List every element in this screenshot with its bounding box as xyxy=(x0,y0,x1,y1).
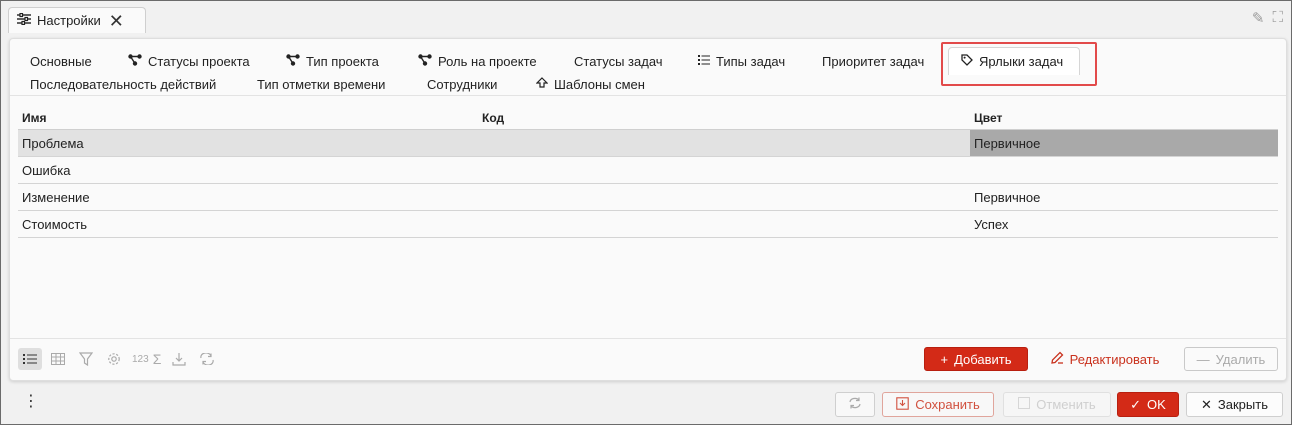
gear-icon[interactable] xyxy=(102,348,126,370)
tab-label: Приоритет задач xyxy=(822,53,925,69)
settings-panel: Основные Статусы проекта Тип проекта Рол… xyxy=(9,38,1287,381)
cancel-button-label: Отменить xyxy=(1036,397,1096,412)
close-button[interactable]: ✕ Закрыть xyxy=(1186,392,1283,417)
labels-table: Имя Код Цвет Проблема Первичное Ошибка И… xyxy=(18,107,1278,238)
cell-code xyxy=(478,130,970,156)
list-icon xyxy=(698,54,710,68)
cell-code xyxy=(478,184,970,210)
ok-button-label: OK xyxy=(1147,397,1166,412)
ok-button[interactable]: ✓ OK xyxy=(1117,392,1179,417)
tab-project-statuses[interactable]: Статусы проекта xyxy=(128,50,250,72)
tab-label: Ярлыки задач xyxy=(979,54,1064,69)
close-x-icon: ✕ xyxy=(1201,396,1212,412)
tab-task-labels[interactable]: Ярлыки задач xyxy=(948,47,1081,75)
filter-icon[interactable] xyxy=(74,348,98,370)
tab-label: Последовательность действий xyxy=(30,76,217,92)
cell-name: Проблема xyxy=(22,135,84,151)
cell-code xyxy=(478,157,970,183)
cell-color: Первичное xyxy=(974,189,1041,205)
tab-label: Тип проекта xyxy=(306,53,379,69)
tab-action-sequence[interactable]: Последовательность действий xyxy=(30,73,216,95)
tab-label: Основные xyxy=(30,53,92,69)
tab-label: Статусы проекта xyxy=(148,53,250,69)
cell-name: Изменение xyxy=(22,189,90,205)
edit-button-label: Редактировать xyxy=(1069,351,1160,367)
column-header-color[interactable]: Цвет xyxy=(970,107,1278,129)
tab-time-mark-type[interactable]: Тип отметки времени xyxy=(257,73,385,95)
cell-color: Успех xyxy=(974,216,1009,232)
window-tab[interactable]: Настройки ✕ xyxy=(8,7,146,33)
tag-icon xyxy=(961,54,973,69)
tab-task-types[interactable]: Типы задач xyxy=(698,50,785,72)
plus-icon: + xyxy=(940,351,949,367)
tab-label: Тип отметки времени xyxy=(257,76,386,92)
tab-employees[interactable]: Сотрудники xyxy=(427,73,497,95)
toolbar-divider xyxy=(10,338,1286,339)
add-button-label: Добавить xyxy=(954,351,1012,367)
minus-icon: — xyxy=(1196,351,1210,367)
sum-icon-label: 123 xyxy=(132,353,149,365)
table-row[interactable]: Изменение Первичное xyxy=(18,184,1278,211)
cell-name: Стоимость xyxy=(22,216,88,232)
diamond-icon xyxy=(535,76,549,92)
table-toolbar: 123 Σ xyxy=(18,348,219,370)
tab-label: Статусы задач xyxy=(574,53,663,69)
pencil-icon[interactable]: ✎ xyxy=(1252,9,1265,27)
cell-color: Первичное xyxy=(970,130,1278,156)
close-icon[interactable]: ✕ xyxy=(109,12,124,30)
save-button[interactable]: Сохранить xyxy=(882,392,994,417)
more-vertical-icon[interactable]: ⋮ xyxy=(23,394,39,410)
reload-icon xyxy=(848,397,862,412)
tabs-divider xyxy=(10,95,1286,96)
window-tab-title: Настройки xyxy=(37,13,101,28)
column-header-name[interactable]: Имя xyxy=(18,107,478,129)
network-icon xyxy=(286,53,300,69)
sliders-icon xyxy=(17,12,31,28)
tab-task-priority[interactable]: Приоритет задач xyxy=(822,50,924,72)
close-button-label: Закрыть xyxy=(1217,397,1268,412)
tab-label: Сотрудники xyxy=(427,76,498,92)
tab-project-type[interactable]: Тип проекта xyxy=(286,50,379,72)
reload-button[interactable] xyxy=(835,392,875,417)
tab-project-role[interactable]: Роль на проекте xyxy=(418,50,537,72)
grid-view-icon[interactable] xyxy=(46,348,70,370)
table-row[interactable]: Проблема Первичное xyxy=(18,130,1278,157)
network-icon xyxy=(128,53,142,69)
save-icon xyxy=(896,396,909,413)
cell-color xyxy=(970,157,1278,183)
tab-label: Шаблоны смен xyxy=(554,76,645,92)
cancel-button[interactable]: Отменить xyxy=(1003,392,1111,417)
list-view-icon[interactable] xyxy=(18,348,42,370)
cell-name: Ошибка xyxy=(22,162,71,178)
sum-icon[interactable]: 123 Σ xyxy=(130,348,163,370)
edit-button[interactable]: Редактировать xyxy=(1040,347,1170,371)
refresh-icon[interactable] xyxy=(195,348,219,370)
table-row[interactable]: Стоимость Успех xyxy=(18,211,1278,238)
cell-code xyxy=(478,211,970,237)
tab-task-statuses[interactable]: Статусы задач xyxy=(574,50,663,72)
save-button-label: Сохранить xyxy=(915,397,980,412)
cancel-icon xyxy=(1018,397,1031,412)
settings-window: Настройки ✕ ✎ ⛶ Основные Статусы проекта… xyxy=(0,0,1292,425)
check-icon: ✓ xyxy=(1130,396,1142,412)
network-icon xyxy=(418,53,432,69)
tab-label: Типы задач xyxy=(716,53,786,69)
tab-label: Роль на проекте xyxy=(438,53,537,69)
edit-icon xyxy=(1050,351,1064,367)
table-header: Имя Код Цвет xyxy=(18,107,1278,130)
tab-shift-templates[interactable]: Шаблоны смен xyxy=(535,73,645,95)
add-button[interactable]: + Добавить xyxy=(924,347,1028,371)
table-row[interactable]: Ошибка xyxy=(18,157,1278,184)
tab-main[interactable]: Основные xyxy=(30,50,92,72)
column-header-code[interactable]: Код xyxy=(478,107,970,129)
delete-button[interactable]: — Удалить xyxy=(1184,347,1278,371)
fullscreen-icon[interactable]: ⛶ xyxy=(1272,9,1283,27)
delete-button-label: Удалить xyxy=(1215,351,1266,367)
download-icon[interactable] xyxy=(167,348,191,370)
